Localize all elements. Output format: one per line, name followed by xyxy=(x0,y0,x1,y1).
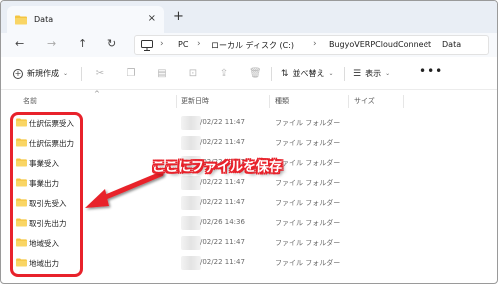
explorer-window: Data × + ← → ↑ ↻ › PC › ローカル ディスク (C:) ›… xyxy=(0,0,498,284)
annotation-text: ここにファイルを保存 xyxy=(152,160,283,175)
annotation-arrow xyxy=(85,171,164,208)
